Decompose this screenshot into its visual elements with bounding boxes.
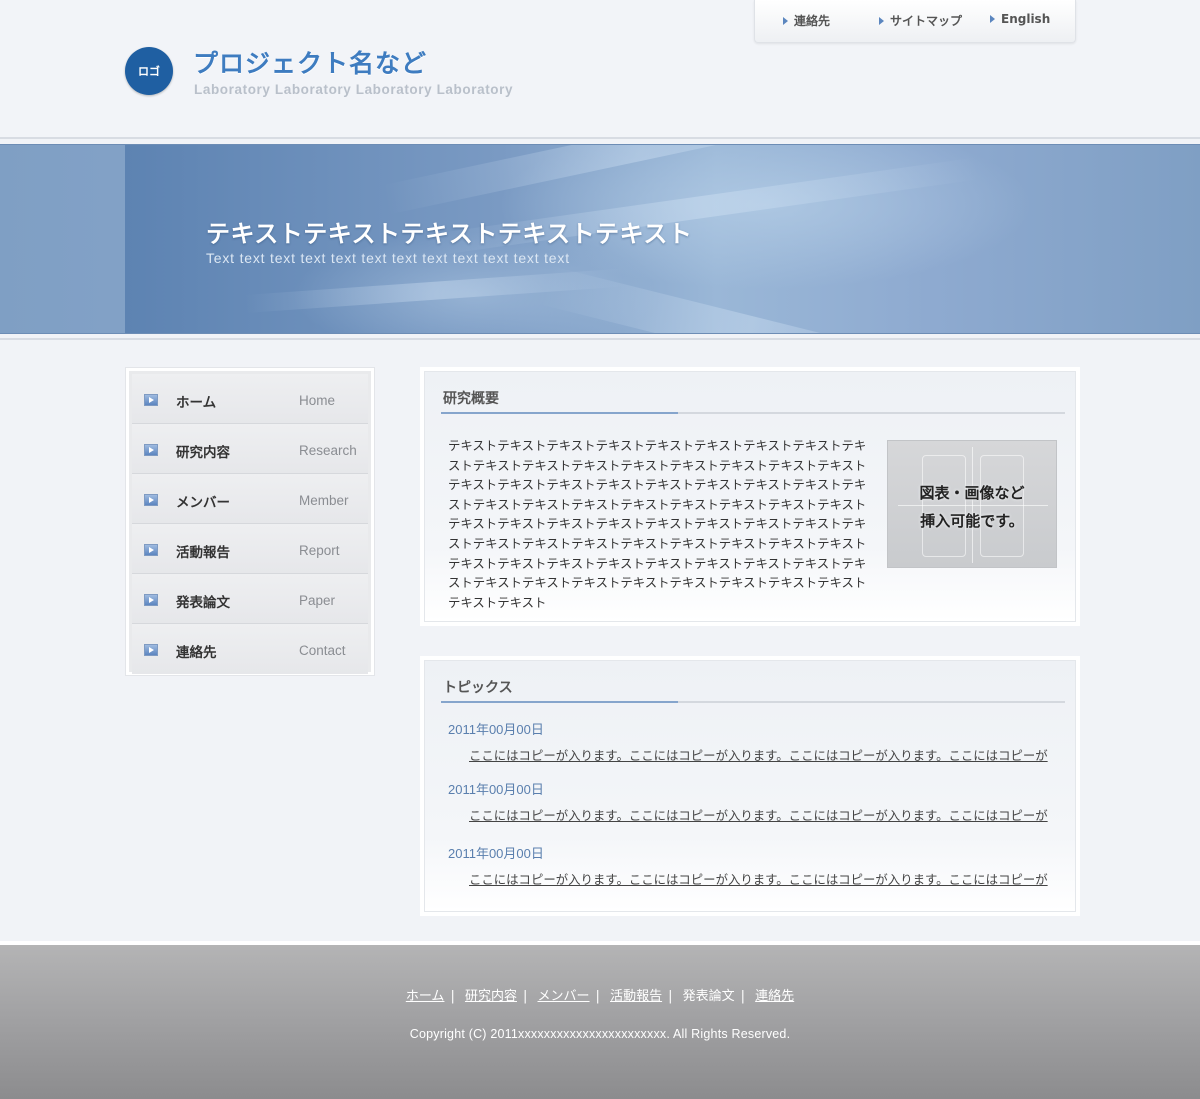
sidebar-item-home[interactable]: ホーム Home bbox=[132, 374, 368, 424]
util-link-label: English bbox=[1001, 12, 1051, 26]
sidebar-item-en-label: Home bbox=[299, 393, 336, 408]
site-header: ロゴ プロジェクト名など Laboratory Laboratory Labor… bbox=[0, 0, 1200, 138]
play-bullet-icon bbox=[144, 444, 158, 456]
topics-heading: トピックス bbox=[443, 680, 513, 696]
heading-rule bbox=[441, 701, 1065, 703]
footer-link-member[interactable]: メンバー bbox=[538, 989, 590, 1004]
util-link-english[interactable]: English bbox=[990, 12, 1050, 26]
footer-separator: | bbox=[450, 989, 455, 1004]
sidebar-item-contact[interactable]: 連絡先 Contact bbox=[132, 624, 368, 674]
overview-text: テキストテキストテキストテキストテキストテキストテキストテキストテキストテキスト… bbox=[448, 438, 867, 610]
figure-label-line: 図表・画像など bbox=[919, 484, 1025, 502]
footer-link-report[interactable]: 活動報告 bbox=[610, 989, 662, 1004]
sidebar-item-research[interactable]: 研究内容 Research bbox=[132, 424, 368, 474]
site-title[interactable]: プロジェクト名など bbox=[193, 44, 427, 80]
overview-panel: 研究概要 テキストテキストテキストテキストテキストテキストテキストテキストテキス… bbox=[420, 367, 1080, 626]
util-link-sitemap[interactable]: サイトマップ bbox=[879, 12, 962, 29]
sidebar-item-en-label: Member bbox=[299, 493, 349, 508]
logo[interactable]: ロゴ bbox=[125, 47, 173, 95]
footer-separator: | bbox=[668, 989, 673, 1004]
sidebar-item-report[interactable]: 活動報告 Report bbox=[132, 524, 368, 574]
heading-rule bbox=[441, 412, 1065, 414]
figure-label: 図表・画像など 挿入可能です。 bbox=[888, 479, 1056, 535]
util-link-label: 連絡先 bbox=[794, 14, 831, 28]
sidebar-item-label: ホーム bbox=[176, 395, 217, 411]
footer-separator: | bbox=[740, 989, 746, 1004]
play-bullet-icon bbox=[144, 594, 158, 606]
sidebar-item-label: 研究内容 bbox=[176, 445, 230, 461]
sidebar-item-label: メンバー bbox=[176, 495, 230, 511]
figure-label-line: 挿入可能です。 bbox=[920, 512, 1024, 530]
header-divider bbox=[0, 137, 1200, 139]
util-link-label: サイトマップ bbox=[890, 14, 963, 28]
footer-link-contact[interactable]: 連絡先 bbox=[755, 989, 794, 1004]
overview-heading: 研究概要 bbox=[443, 391, 499, 407]
sidebar-item-en-label: Contact bbox=[299, 643, 346, 658]
topic-link[interactable]: ここにはコピーが入ります。ここにはコピーが入ります。ここにはコピーが入ります。こ… bbox=[469, 870, 1048, 888]
sidebar-item-paper[interactable]: 発表論文 Paper bbox=[132, 574, 368, 624]
sidebar-nav: ホーム Home 研究内容 Research メンバー Member 活動報告 … bbox=[125, 367, 375, 676]
topics-panel: トピックス 2011年00月00日 ここにはコピーが入ります。ここにはコピーが入… bbox=[420, 656, 1080, 916]
hero-subtitle: Text text text text text text text text … bbox=[206, 250, 570, 266]
heading-rule-accent bbox=[441, 701, 678, 703]
site-footer: ホーム | 研究内容 | メンバー | 活動報告 | 発表論文 | 連絡先 Copyrig… bbox=[0, 945, 1200, 1099]
triangle-right-icon bbox=[879, 16, 884, 25]
hero-divider bbox=[0, 338, 1200, 340]
sidebar-item-label: 発表論文 bbox=[176, 595, 230, 611]
topic-date: 2011年00月00日 bbox=[448, 782, 544, 797]
utility-nav: 連絡先 サイトマップ English bbox=[754, 0, 1076, 43]
sidebar-item-en-label: Paper bbox=[299, 593, 336, 608]
sidebar-list: ホーム Home 研究内容 Research メンバー Member 活動報告 … bbox=[129, 371, 371, 674]
footer-separator: | bbox=[522, 989, 528, 1004]
triangle-right-icon bbox=[783, 16, 788, 25]
topic-link[interactable]: ここにはコピーが入ります。ここにはコピーが入ります。ここにはコピーが入ります。こ… bbox=[469, 746, 1048, 764]
topics-panel-body: トピックス 2011年00月00日 ここにはコピーが入ります。ここにはコピーが入… bbox=[424, 660, 1076, 912]
footer-link-home[interactable]: ホーム bbox=[406, 989, 445, 1004]
copyright-text: Copyright (C) 2011xxxxxxxxxxxxxxxxxxxxxx… bbox=[409, 1027, 791, 1041]
hero-title: テキストテキストテキストテキストテキスト bbox=[206, 220, 693, 248]
sidebar-item-member[interactable]: メンバー Member bbox=[132, 474, 368, 524]
play-bullet-icon bbox=[144, 644, 158, 656]
footer-link-research[interactable]: 研究内容 bbox=[465, 989, 517, 1004]
footer-separator: | bbox=[595, 989, 600, 1004]
play-bullet-icon bbox=[144, 544, 158, 556]
sidebar-item-en-label: Report bbox=[299, 543, 340, 558]
footer-nav: ホーム | 研究内容 | メンバー | 活動報告 | 発表論文 | 連絡先 bbox=[0, 985, 1200, 1004]
sidebar-item-label: 活動報告 bbox=[176, 545, 230, 561]
overview-figure-placeholder: 図表・画像など 挿入可能です。 bbox=[887, 440, 1057, 568]
site-subtitle: Laboratory Laboratory Laboratory Laborat… bbox=[194, 82, 514, 97]
sidebar-item-en-label: Research bbox=[299, 443, 357, 458]
play-bullet-icon bbox=[144, 394, 158, 406]
topic-date: 2011年00月00日 bbox=[448, 722, 544, 737]
play-bullet-icon bbox=[144, 494, 158, 506]
triangle-right-icon bbox=[990, 15, 995, 23]
footer-link-paper[interactable]: 発表論文 bbox=[683, 989, 735, 1004]
heading-rule-accent bbox=[441, 412, 678, 414]
util-link-contact[interactable]: 連絡先 bbox=[783, 12, 830, 29]
overview-panel-body: 研究概要 テキストテキストテキストテキストテキストテキストテキストテキストテキス… bbox=[424, 371, 1076, 622]
topic-date: 2011年00月00日 bbox=[448, 846, 544, 861]
topic-link[interactable]: ここにはコピーが入ります。ここにはコピーが入ります。ここにはコピーが入ります。こ… bbox=[469, 806, 1048, 824]
sidebar-item-label: 連絡先 bbox=[176, 645, 217, 661]
